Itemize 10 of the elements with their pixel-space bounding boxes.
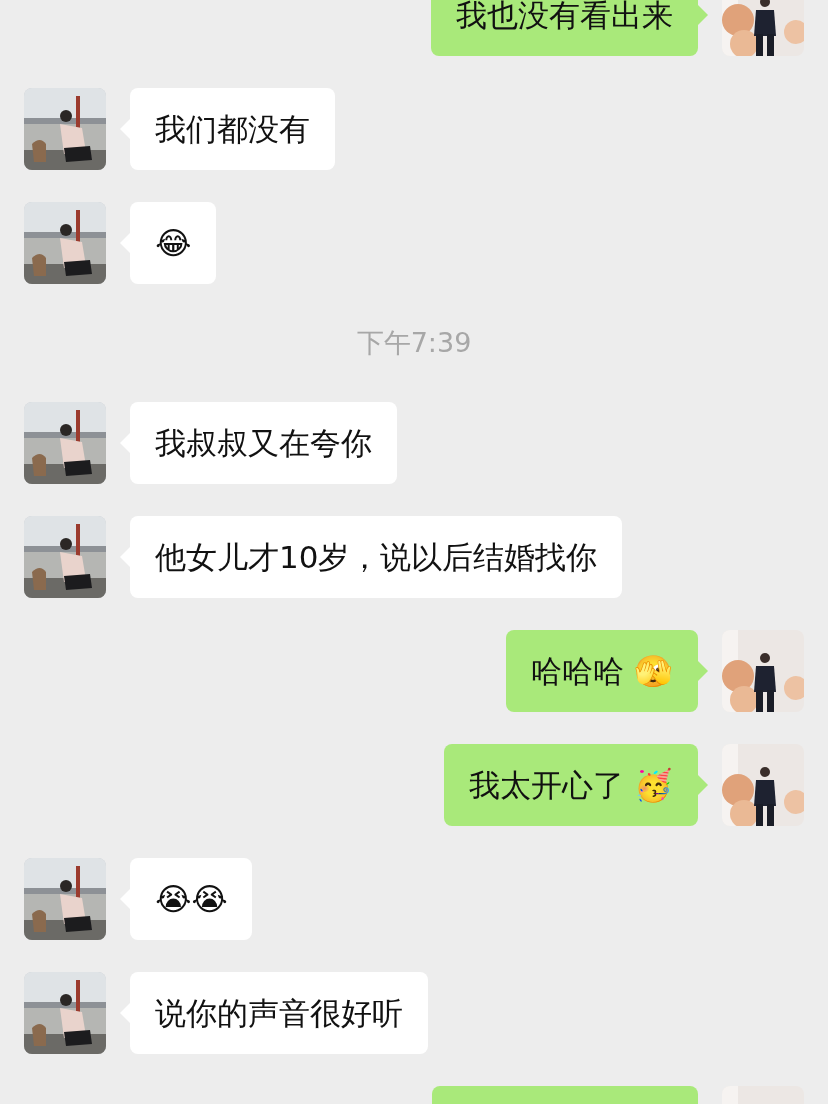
message-bubble: 我们都没有: [130, 88, 335, 170]
message-bubble: 说你的声音很好听: [130, 972, 428, 1054]
message-bubble: 😂: [130, 202, 217, 284]
message-bubble: 我也没有看出来: [431, 0, 698, 56]
timestamp: 下午7:39: [356, 326, 472, 360]
message-bubble: 哈哈哈 🫣: [506, 630, 698, 712]
message-bubble: 他女儿才10岁，说以后结婚找你: [130, 516, 623, 598]
message-bubble: 我太开心了 🥳: [444, 744, 698, 826]
message-bubble: 我叔叔又在夸你: [130, 402, 397, 484]
message-bubble: 😭😭: [130, 858, 253, 940]
